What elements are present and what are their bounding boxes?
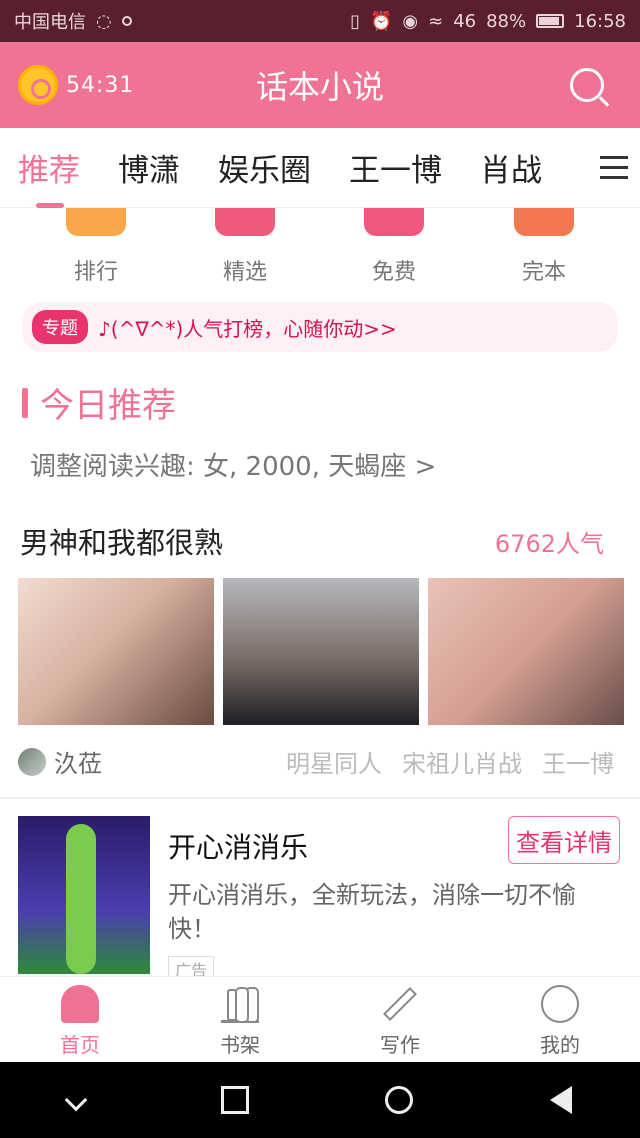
menu-icon[interactable] (600, 156, 628, 180)
tag[interactable]: 明星同人 (286, 744, 382, 779)
nav-write[interactable]: 写作 (320, 977, 480, 1062)
tab-boxiao[interactable]: 博潇 (118, 145, 180, 190)
novel-header[interactable]: 男神和我都很熟 6762人气 (20, 520, 604, 562)
time-label: 16:58 (574, 10, 626, 32)
wifi-icon: ≈ (428, 10, 444, 32)
author-row: 汣莅 明星同人 宋祖儿肖战 王一博 (18, 744, 614, 779)
cover-image (18, 578, 214, 725)
divider (0, 797, 640, 799)
eye-icon: ◉ (402, 10, 419, 32)
quick-featured[interactable]: 精选 (185, 208, 305, 286)
ranking-icon (66, 208, 126, 236)
cover-image (428, 578, 624, 725)
tag-list: 明星同人 宋祖儿肖战 王一博 (286, 744, 614, 779)
novel-popularity: 6762人气 (494, 529, 604, 558)
bottom-nav: 首页 书架 写作 我的 (0, 976, 640, 1062)
nav-home[interactable]: 首页 (0, 977, 160, 1062)
bookshelf-icon (221, 985, 259, 1023)
tag[interactable]: 宋祖儿肖战 (402, 744, 522, 779)
quick-label: 精选 (222, 260, 267, 285)
pen-icon (381, 985, 419, 1023)
back-icon[interactable] (549, 1086, 572, 1114)
app-header: 54:31 话本小说 (0, 42, 640, 128)
nav-bookshelf[interactable]: 书架 (160, 977, 320, 1062)
nav-label: 我的 (540, 1033, 580, 1057)
topic-badge: 专题 (32, 310, 88, 344)
topic-banner[interactable]: 专题 ♪(^∇^*)人气打榜，心随你动>> (22, 302, 618, 352)
star-icon (215, 208, 275, 236)
nav-label: 首页 (60, 1033, 100, 1057)
timer-value: 54:31 (66, 72, 135, 98)
ad-image (18, 816, 150, 974)
novel-cover-images[interactable] (18, 578, 624, 725)
recent-apps-icon[interactable] (220, 1086, 249, 1114)
tab-entertainment[interactable]: 娱乐圈 (218, 145, 311, 190)
battery-percent: 88% (486, 10, 527, 32)
tab-wangyibo[interactable]: 王一博 (349, 145, 442, 190)
chevron-down-icon[interactable] (64, 1088, 88, 1112)
quick-entries: 排行 精选 免费 完本 (0, 208, 640, 288)
vibrate-icon: ▯ (350, 10, 360, 32)
ad-card[interactable]: 开心消消乐 查看详情 开心消消乐，全新玩法，消除一切不愉快！ 广告 (18, 816, 620, 982)
section-title: 今日推荐 (22, 378, 176, 427)
cover-image (223, 578, 419, 725)
check-icon (514, 208, 574, 236)
alarm-icon: ⏰ (369, 10, 393, 32)
ad-title: 开心消消乐 (168, 831, 309, 864)
nav-label: 书架 (220, 1033, 260, 1057)
novel-title: 男神和我都很熟 (20, 526, 224, 560)
signal-icon: 46 (453, 10, 477, 32)
carrier-label: 中国电信 (14, 12, 86, 33)
reading-timer[interactable]: 54:31 (18, 65, 134, 105)
ad-description: 开心消消乐，全新玩法，消除一切不愉快！ (168, 881, 576, 943)
quick-free[interactable]: 免费 (334, 208, 454, 286)
record-icon (121, 16, 132, 26)
tab-recommend[interactable]: 推荐 (18, 145, 80, 208)
section-title-text: 今日推荐 (40, 386, 176, 426)
alarm-clock-icon (18, 65, 58, 105)
quick-label: 完本 (521, 260, 566, 285)
author-name[interactable]: 汣莅 (54, 744, 102, 779)
topic-text: ♪(^∇^*)人气打榜，心随你动>> (98, 316, 397, 341)
free-icon (364, 208, 424, 236)
quick-finished[interactable]: 完本 (484, 208, 604, 286)
home-button-icon[interactable] (385, 1086, 414, 1114)
status-bar: 中国电信 ◌ ▯ ⏰ ◉ ≈ 46 88% 16:58 (0, 0, 640, 42)
interest-settings[interactable]: 调整阅读兴趣: 女, 2000, 天蝎座 > (30, 446, 436, 483)
system-nav-bar (0, 1062, 640, 1138)
section-bar (22, 387, 28, 418)
quick-ranking[interactable]: 排行 (36, 208, 156, 286)
category-tabs: 推荐 博潇 娱乐圈 王一博 肖战 (0, 128, 640, 208)
quick-label: 免费 (371, 260, 416, 285)
nav-me[interactable]: 我的 (480, 977, 640, 1062)
nav-label: 写作 (380, 1033, 420, 1057)
home-icon (61, 985, 99, 1023)
notification-icon: ◌ (96, 10, 112, 32)
tag[interactable]: 王一博 (542, 744, 614, 779)
profile-icon (541, 985, 579, 1023)
search-icon[interactable] (570, 68, 604, 102)
quick-label: 排行 (73, 260, 118, 285)
tab-xiaozhan[interactable]: 肖战 (480, 145, 542, 190)
avatar[interactable] (18, 747, 46, 776)
view-details-button[interactable]: 查看详情 (508, 816, 620, 864)
battery-icon (536, 14, 565, 28)
